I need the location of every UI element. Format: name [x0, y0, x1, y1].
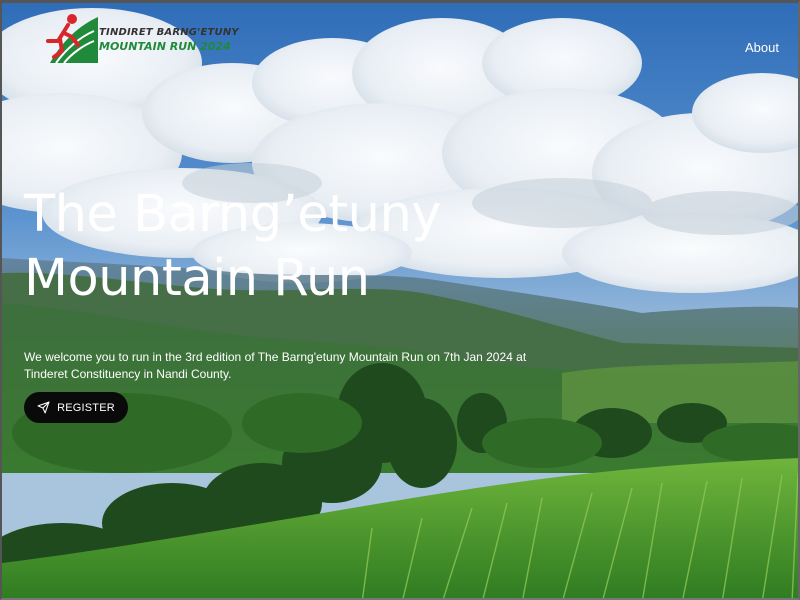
hero-title-line-2: Mountain Run	[24, 249, 370, 308]
register-button[interactable]: REGISTER	[24, 392, 128, 423]
nav-link-about[interactable]: About	[745, 40, 779, 55]
register-button-label: REGISTER	[57, 401, 115, 414]
page: TINDIRET BARNG'ETUNY MOUNTAIN RUN 2024 A…	[0, 0, 800, 600]
hero-subtitle: We welcome you to run in the 3rd edition…	[24, 350, 527, 381]
runner-icon	[46, 14, 98, 64]
hero-title-line-1: The Barng’etuny	[24, 185, 442, 244]
logo-title: TINDIRET BARNG'ETUNY	[99, 27, 239, 38]
send-icon	[37, 401, 50, 414]
logo-subtitle: MOUNTAIN RUN 2024	[99, 40, 231, 53]
site-logo[interactable]: TINDIRET BARNG'ETUNY MOUNTAIN RUN 2024	[42, 11, 239, 73]
hero-title: The Barng’etuny Mountain Run	[24, 183, 442, 311]
